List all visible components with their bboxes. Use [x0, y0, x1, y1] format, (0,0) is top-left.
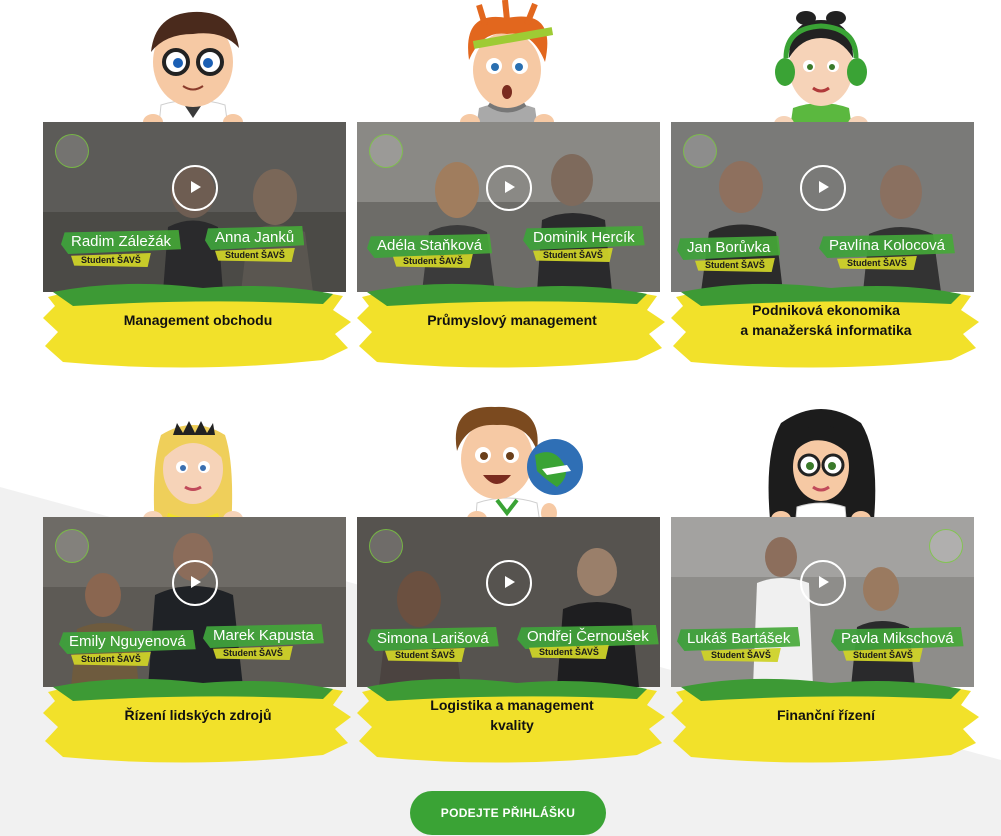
course-title: Podniková ekonomika a manažerská informa… — [701, 300, 951, 340]
course-title-line1: Logistika a management — [430, 697, 594, 713]
course-title: Řízení lidských zdrojů — [124, 707, 272, 723]
student-video[interactable]: Simona Larišová Student ŠAVŠ Ondřej Čern… — [357, 517, 660, 687]
course-title-line2: a manažerská informatika — [740, 322, 912, 338]
video-card-financni-rizeni: Lukáš Bartášek Student ŠAVŠ Pavla Miksch… — [671, 395, 979, 763]
student-video[interactable]: Lukáš Bartášek Student ŠAVŠ Pavla Miksch… — [671, 517, 974, 687]
video-card-prumyslovy-management: Adéla Staňková Student ŠAVŠ Dominik Herc… — [357, 0, 665, 368]
student-video[interactable]: Emily Nguyenová Student ŠAVŠ Marek Kapus… — [43, 517, 346, 687]
play-button-icon[interactable] — [800, 560, 846, 606]
video-card-rizeni-lidskych-zdroju: Emily Nguyenová Student ŠAVŠ Marek Kapus… — [43, 395, 351, 763]
school-logo — [55, 134, 89, 168]
course-title-line1: Podniková ekonomika — [752, 302, 900, 318]
student-video[interactable]: Jan Borůvka Student ŠAVŠ Pavlína Kolocov… — [671, 122, 974, 292]
boy-glasses-mascot — [143, 11, 243, 135]
apply-button[interactable]: PODEJTE PŘIHLÁŠKU — [410, 791, 606, 835]
video-card-logistika: Simona Larišová Student ŠAVŠ Ondřej Čern… — [357, 395, 665, 763]
course-title: Management obchodu — [123, 312, 273, 328]
play-button-icon[interactable] — [800, 165, 846, 211]
video-card-podnikova-ekonomika: Jan Borůvka Student ŠAVŠ Pavlína Kolocov… — [671, 0, 979, 368]
school-logo — [369, 529, 403, 563]
school-logo — [683, 134, 717, 168]
girl-dark-hair-mascot — [768, 409, 876, 530]
video-card-management-obchodu: Radim Záležák Student ŠAVŠ Anna Janků St… — [43, 0, 351, 368]
course-title-line2: kvality — [490, 717, 534, 733]
play-button-icon[interactable] — [172, 560, 218, 606]
school-logo — [369, 134, 403, 168]
blonde-crown-mascot — [143, 421, 243, 530]
play-button-icon[interactable] — [486, 165, 532, 211]
school-logo — [929, 529, 963, 563]
course-title: Finanční řízení — [776, 707, 875, 723]
redhead-ruler-mascot — [460, 0, 554, 135]
play-button-icon[interactable] — [172, 165, 218, 211]
school-logo — [55, 529, 89, 563]
course-title: Logistika a management kvality — [387, 695, 637, 735]
play-button-icon[interactable] — [486, 560, 532, 606]
student-video[interactable]: Radim Záležák Student ŠAVŠ Anna Janků St… — [43, 122, 346, 292]
girl-headphones-mascot — [774, 11, 868, 135]
boy-globe-mascot — [455, 406, 583, 530]
student-video[interactable]: Adéla Staňková Student ŠAVŠ Dominik Herc… — [357, 122, 660, 292]
course-title: Průmyslový management — [427, 312, 597, 328]
